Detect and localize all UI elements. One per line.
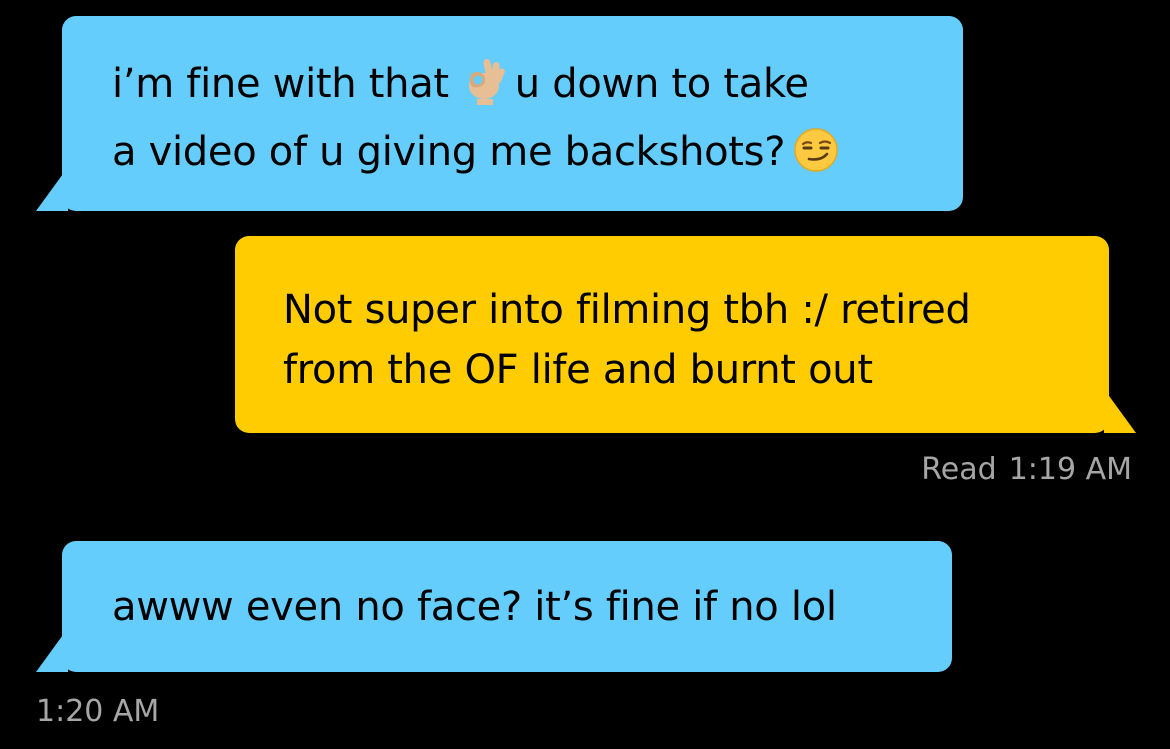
incoming-message-bubble[interactable]: awww even no face? it’s fine if no lol: [62, 541, 952, 672]
message-text: a video of u giving me backshots?: [112, 129, 786, 175]
outgoing-message-bubble[interactable]: Not super into filming tbh :/ retired fr…: [235, 236, 1109, 433]
read-receipt: Read 1:19 AM: [921, 452, 1132, 488]
incoming-message-bubble[interactable]: i’m fine with that u down to take a video…: [62, 16, 963, 211]
read-status-label: Read: [921, 452, 997, 487]
message-text: u down to take: [514, 61, 809, 107]
message-text: Not super into filming tbh :/ retired: [283, 287, 971, 333]
message-line: i’m fine with that u down to take: [112, 54, 963, 122]
message-text: awww even no face? it’s fine if no lol: [112, 584, 837, 630]
message-line: a video of u giving me backshots?: [112, 122, 963, 190]
ok-hand-emoji: [457, 55, 507, 122]
smirking-face-emoji: [793, 127, 839, 190]
message-timestamp: 1:20 AM: [36, 694, 160, 729]
message-text: i’m fine with that: [112, 61, 449, 107]
read-status-time: 1:19 AM: [1008, 452, 1132, 487]
message-text: from the OF life and burnt out: [283, 347, 873, 393]
